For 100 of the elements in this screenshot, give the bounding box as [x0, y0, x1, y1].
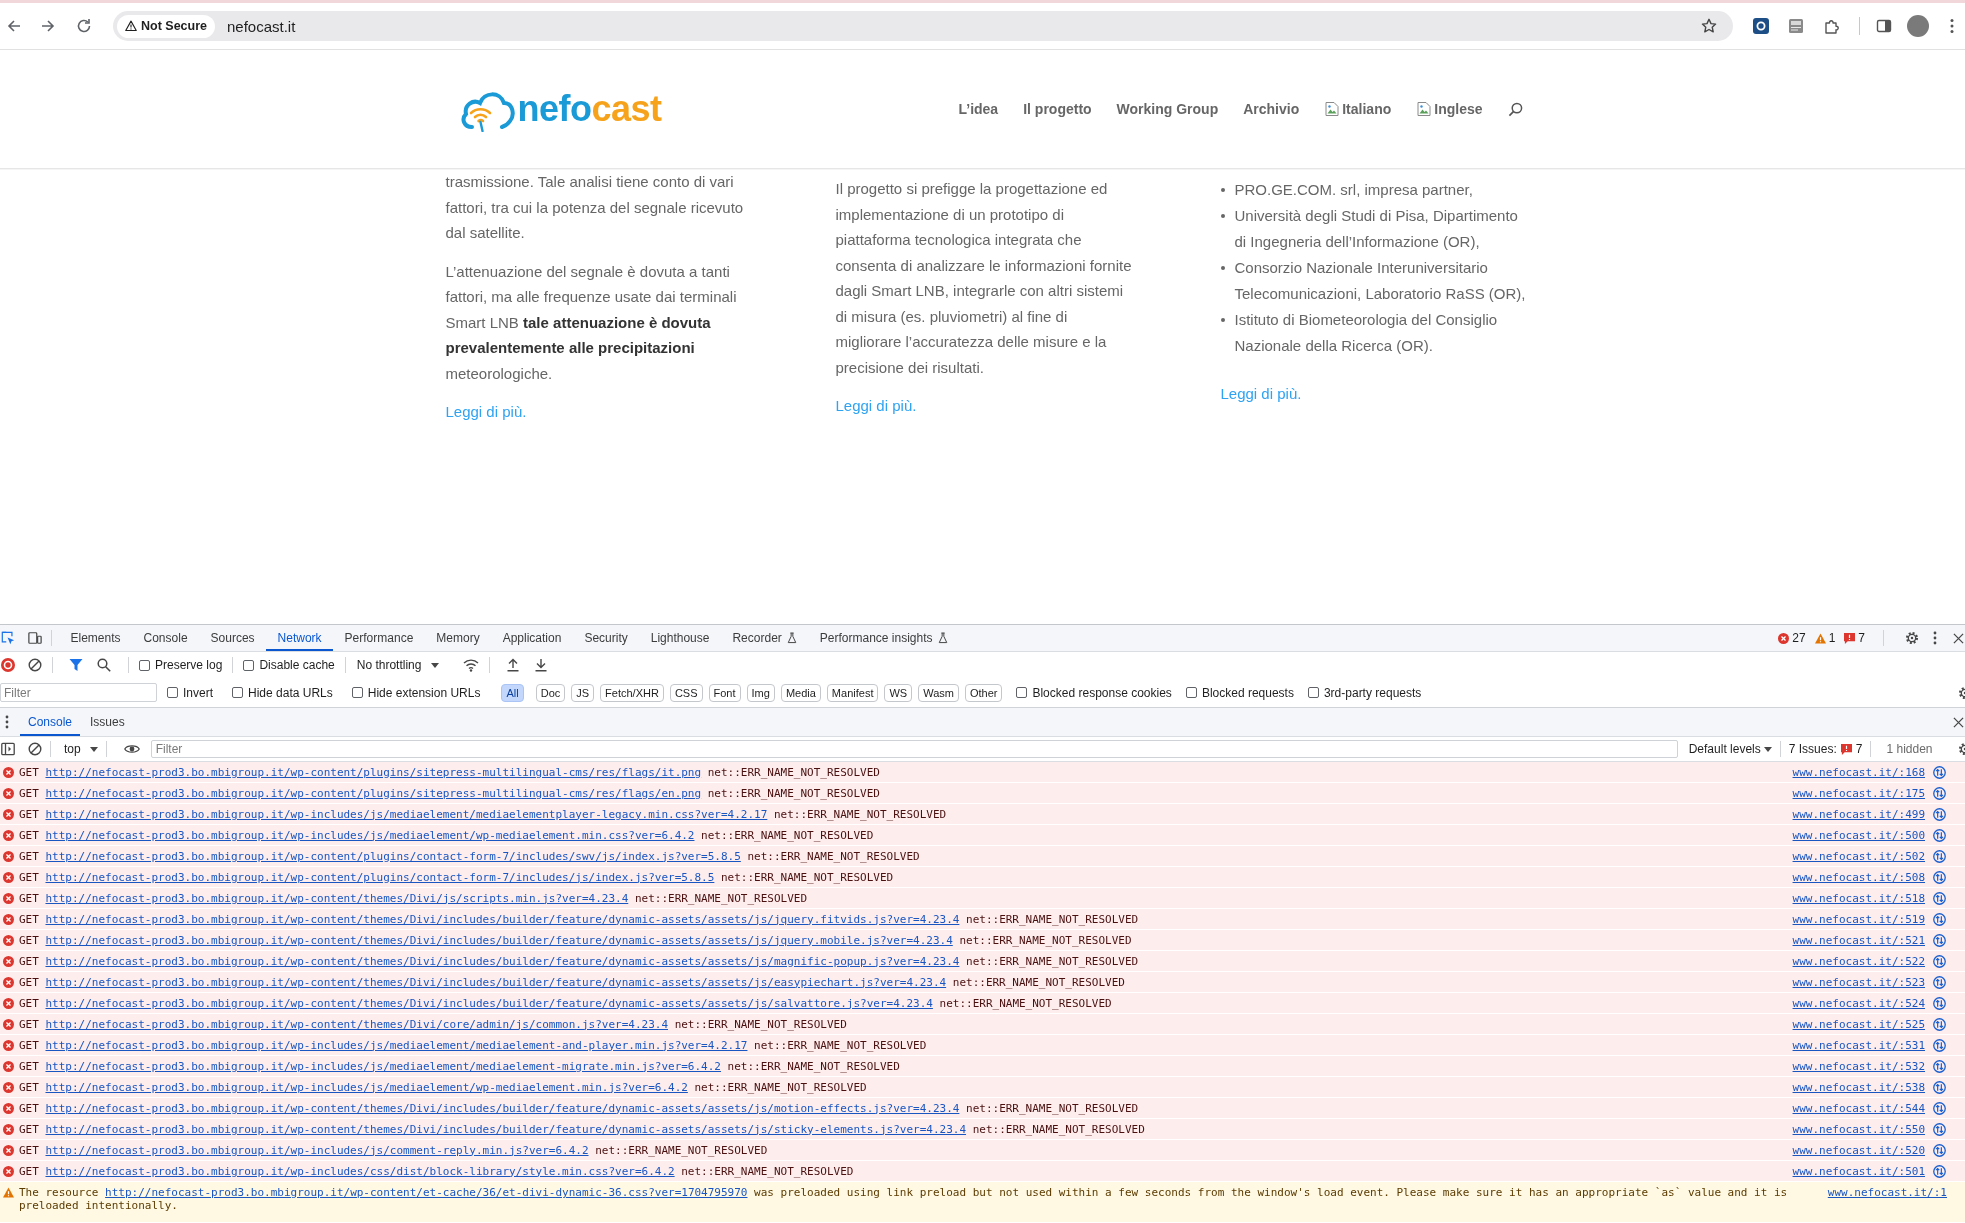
network-request-icon[interactable] [1933, 1017, 1946, 1031]
resource-link[interactable]: http://nefocast-prod3.bo.mbigroup.it/wp-content/themes/Divi/js/scripts.min.js?ver=4.23.4 [45, 891, 629, 905]
back-icon[interactable] [6, 18, 22, 34]
puzzle-icon[interactable] [1824, 18, 1840, 34]
cursor-square-icon[interactable] [1, 631, 15, 645]
resource-link[interactable]: http://nefocast-prod3.bo.mbigroup.it/wp-content/themes/Divi/includes/builder/feature/dynamic-assets/assets/js/salvattore.js?ver=4.23.4 [45, 996, 933, 1010]
network-request-icon[interactable] [1933, 975, 1946, 989]
source-link[interactable]: www.nefocast.it/:1 [1827, 1186, 1947, 1199]
source-link[interactable]: www.nefocast.it/:519 [1792, 912, 1925, 926]
more-icon[interactable] [1933, 631, 1937, 645]
record-icon[interactable] [1, 658, 15, 672]
security-chip[interactable]: Not Secure [117, 14, 215, 38]
issues-button[interactable]: 7 Issues: 7 [1788, 742, 1863, 756]
resource-link[interactable]: http://nefocast-prod3.bo.mbigroup.it/wp-content/themes/Divi/includes/builder/feature/dynamic-assets/assets/js/jquery.fitvids.js?ver=4.23.4 [45, 912, 960, 926]
kebab-menu-icon[interactable] [1950, 18, 1954, 34]
filter-icon[interactable] [69, 658, 83, 672]
network-request-icon[interactable] [1933, 1122, 1946, 1136]
network-request-icon[interactable] [1933, 828, 1946, 842]
checkbox-label[interactable]: Preserve log [155, 658, 223, 672]
resource-link[interactable]: http://nefocast-prod3.bo.mbigroup.it/wp-content/themes/Divi/includes/builder/feature/dynamic-assets/assets/js/magnific-popup.js?ver=4.23.4 [45, 954, 960, 968]
source-link[interactable]: www.nefocast.it/:501 [1792, 1164, 1925, 1178]
type-filter-chip[interactable]: Img [746, 683, 775, 702]
source-link[interactable]: www.nefocast.it/:550 [1792, 1122, 1925, 1136]
settings-icon[interactable] [1905, 631, 1919, 645]
network-request-icon[interactable] [1933, 933, 1946, 947]
reload-icon[interactable] [76, 18, 92, 34]
drawer-tab[interactable]: Issues [82, 708, 133, 736]
source-link[interactable]: www.nefocast.it/:175 [1792, 786, 1925, 800]
source-link[interactable]: www.nefocast.it/:523 [1792, 975, 1925, 989]
url-text[interactable]: nefocast.it [227, 17, 296, 35]
drawer-tab[interactable]: Console [20, 708, 81, 736]
source-link[interactable]: www.nefocast.it/:518 [1792, 891, 1925, 905]
download-icon[interactable] [534, 658, 549, 672]
source-link[interactable]: www.nefocast.it/:502 [1792, 849, 1925, 863]
network-request-icon[interactable] [1933, 870, 1946, 884]
panel-tab[interactable]: Performance insights [808, 625, 960, 651]
checkbox[interactable] [167, 687, 178, 698]
type-filter-chip[interactable]: Media [780, 683, 821, 702]
resource-link[interactable]: http://nefocast-prod3.bo.mbigroup.it/wp-content/themes/Divi/includes/builder/feature/dynamic-assets/assets/js/sticky-elements.js?ver=4.23.4 [45, 1122, 967, 1136]
type-filter-chip[interactable]: Fetch/XHR [600, 683, 664, 702]
panel-tab[interactable]: Network [266, 625, 334, 651]
close-icon[interactable] [1953, 716, 1964, 728]
source-link[interactable]: www.nefocast.it/:524 [1792, 996, 1925, 1010]
filter-field[interactable]: Filter [0, 683, 157, 702]
console-filter-field[interactable]: Filter [150, 740, 1678, 758]
network-request-icon[interactable] [1933, 996, 1946, 1010]
checkbox[interactable] [351, 687, 363, 698]
resource-link[interactable]: http://nefocast-prod3.bo.mbigroup.it/wp-content/themes/Divi/includes/builder/feature/dynamic-assets/assets/js/easypiechart.js?ver=4.23.4 [45, 975, 947, 989]
logo-wordmark[interactable]: nefocast [517, 91, 662, 127]
source-link[interactable]: www.nefocast.it/:521 [1792, 933, 1925, 947]
source-link[interactable]: www.nefocast.it/:522 [1792, 954, 1925, 968]
resource-link[interactable]: http://nefocast-prod3.bo.mbigroup.it/wp-content/et-cache/36/et-divi-dynamic-36.css?ver=1704795970 [105, 1186, 748, 1199]
search-icon[interactable] [97, 658, 111, 672]
network-request-icon[interactable] [1933, 807, 1946, 821]
nav-link[interactable]: Il progetto [1023, 101, 1092, 117]
resource-link[interactable]: http://nefocast-prod3.bo.mbigroup.it/wp-includes/js/mediaelement/wp-mediaelement.min.css?ver=6.4.2 [45, 828, 695, 842]
type-filter-chip[interactable]: Wasm [918, 683, 959, 702]
source-link[interactable]: www.nefocast.it/:525 [1792, 1017, 1925, 1031]
source-link[interactable]: www.nefocast.it/:520 [1792, 1143, 1925, 1157]
panel-tab[interactable]: Recorder [720, 625, 809, 651]
document-tile-icon[interactable] [1788, 18, 1804, 34]
eye-icon[interactable] [123, 743, 140, 755]
devices-icon[interactable] [28, 631, 42, 645]
language-link[interactable]: Inglese [1416, 101, 1483, 117]
resource-link[interactable]: http://nefocast-prod3.bo.mbigroup.it/wp-includes/css/dist/block-library/style.min.css?ver=6.4.2 [45, 1164, 675, 1178]
throttling-select[interactable]: No throttling [356, 658, 440, 672]
language-link[interactable]: Italiano [1324, 101, 1392, 117]
checkbox-label[interactable]: Blocked requests [1201, 685, 1294, 700]
nav-link[interactable]: L’idea [958, 101, 999, 117]
panel-tab[interactable]: Sources [199, 625, 267, 651]
source-link[interactable]: www.nefocast.it/:500 [1792, 828, 1925, 842]
network-request-icon[interactable] [1933, 1164, 1946, 1178]
network-request-icon[interactable] [1933, 1059, 1946, 1073]
network-request-icon[interactable] [1933, 849, 1946, 863]
error-counter[interactable]: 27 [1778, 625, 1806, 651]
warning-counter[interactable]: 1 [1814, 625, 1836, 651]
resource-link[interactable]: http://nefocast-prod3.bo.mbigroup.it/wp-includes/js/mediaelement/mediaelementplayer-legacy.min.css?ver=4.2.17 [45, 807, 768, 821]
log-levels-select[interactable]: Default levels [1688, 742, 1772, 756]
resource-link[interactable]: http://nefocast-prod3.bo.mbigroup.it/wp-content/plugins/sitepress-multilingual-cms/res/flags/it.png [45, 765, 702, 779]
resource-link[interactable]: http://nefocast-prod3.bo.mbigroup.it/wp-content/plugins/contact-form-7/includes/swv/js/index.js?ver=5.8.5 [45, 849, 741, 863]
resource-link[interactable]: http://nefocast-prod3.bo.mbigroup.it/wp-content/themes/Divi/includes/builder/feature/dynamic-assets/assets/js/jquery.mobile.js?ver=4.23.4 [45, 933, 953, 947]
star-icon[interactable] [1701, 18, 1717, 34]
type-filter-chip[interactable]: JS [571, 683, 595, 702]
address-bar[interactable]: Not Secure nefocast.it [113, 11, 1733, 41]
forward-icon[interactable] [40, 18, 56, 34]
checkbox-label[interactable]: Invert [183, 685, 213, 700]
clear-icon[interactable] [28, 658, 42, 672]
checkbox-label[interactable]: 3rd-party requests [1323, 685, 1422, 700]
panel-tab[interactable]: Elements [59, 625, 133, 651]
search-icon[interactable] [1507, 101, 1523, 117]
nav-link[interactable]: Working Group [1116, 101, 1219, 117]
clear-icon[interactable] [28, 742, 42, 756]
ring-tile-icon[interactable] [1753, 18, 1769, 34]
checkbox[interactable] [243, 659, 255, 671]
network-request-icon[interactable] [1933, 1101, 1946, 1115]
context-select[interactable]: top [64, 742, 98, 756]
panel-tab[interactable]: Application [491, 625, 573, 651]
resource-link[interactable]: http://nefocast-prod3.bo.mbigroup.it/wp-includes/js/mediaelement/mediaelement-and-player.min.js?ver=4.2.17 [45, 1038, 748, 1052]
resource-link[interactable]: http://nefocast-prod3.bo.mbigroup.it/wp-content/themes/Divi/core/admin/js/common.js?ver=4.23.4 [45, 1017, 668, 1031]
checkbox-label[interactable]: Hide extension URLs [367, 685, 481, 700]
